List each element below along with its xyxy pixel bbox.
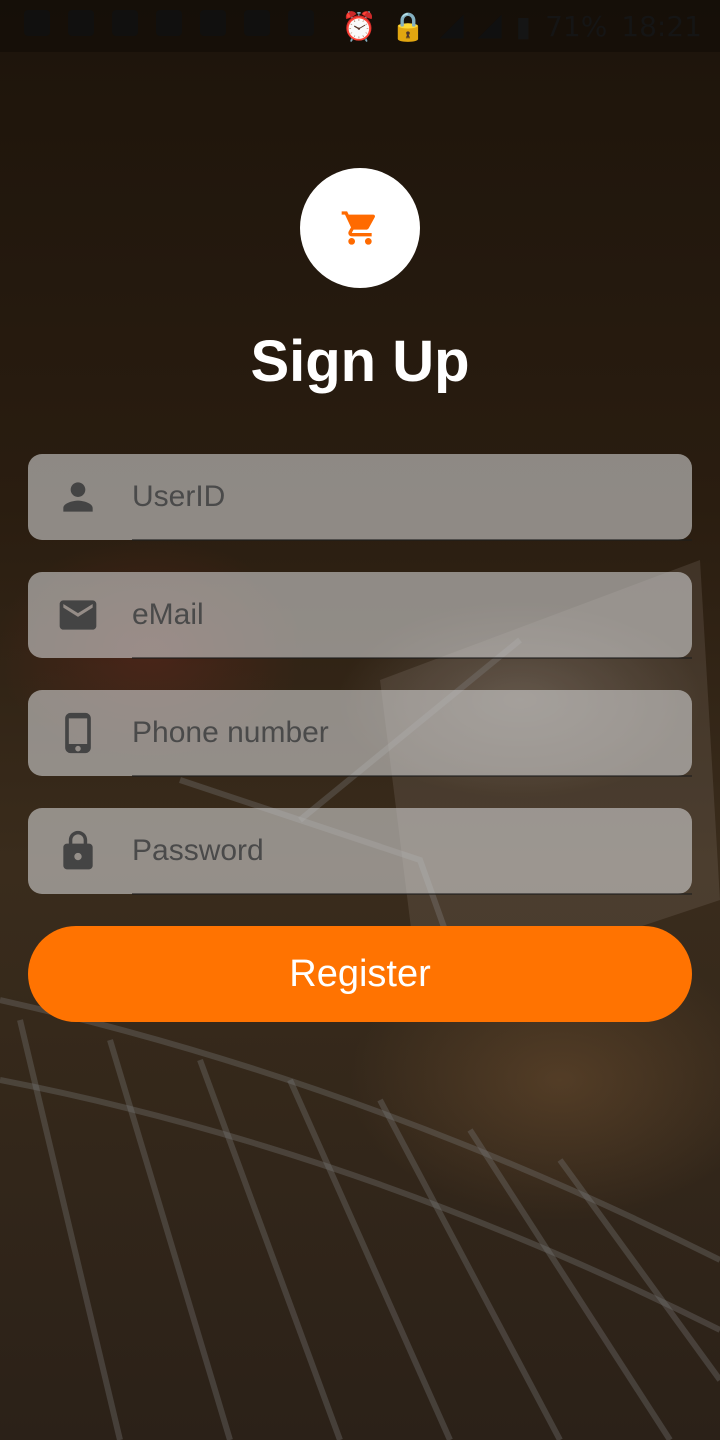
app-logo	[300, 168, 420, 288]
phone-underline	[132, 775, 692, 777]
phone-field[interactable]: Phone number	[28, 690, 692, 777]
email-field[interactable]: eMail	[28, 572, 692, 659]
notification-icons	[24, 10, 314, 36]
alarm-icon: ⏰	[341, 10, 377, 43]
password-field[interactable]: Password	[28, 808, 692, 895]
mail-icon	[59, 600, 97, 630]
userid-field[interactable]: UserID	[28, 454, 692, 541]
password-input[interactable]: Password	[132, 808, 264, 894]
battery-icon: ▮	[515, 10, 532, 43]
hotspot-icon	[288, 10, 314, 36]
lock-icon	[63, 830, 93, 870]
app-icon	[244, 10, 270, 36]
battery-percent: 71%	[545, 10, 608, 43]
notification-icon	[24, 10, 50, 36]
register-button[interactable]: Register	[28, 926, 692, 1022]
gallery-icon	[68, 10, 94, 36]
person-icon	[63, 482, 93, 512]
nfc-icon	[156, 10, 182, 36]
phone-icon	[65, 712, 91, 754]
status-bar: ⏰ 🔒 ▮ 71% 18:21	[0, 0, 720, 52]
signal-4g-icon	[477, 14, 502, 39]
whatsapp-icon	[112, 10, 138, 36]
usb-icon	[200, 10, 226, 36]
email-input[interactable]: eMail	[132, 572, 204, 658]
lock-icon: 🔒	[390, 10, 426, 43]
signal-icon	[439, 14, 464, 39]
email-underline	[132, 657, 692, 659]
userid-underline	[132, 539, 692, 541]
page-title: Sign Up	[250, 329, 470, 394]
shopping-cart-icon	[341, 211, 376, 245]
clock: 18:21	[621, 10, 702, 43]
phone-input[interactable]: Phone number	[132, 690, 329, 776]
userid-input[interactable]: UserID	[132, 454, 225, 540]
system-icons: ⏰ 🔒 ▮ 71% 18:21	[342, 10, 702, 43]
password-underline	[132, 893, 692, 895]
